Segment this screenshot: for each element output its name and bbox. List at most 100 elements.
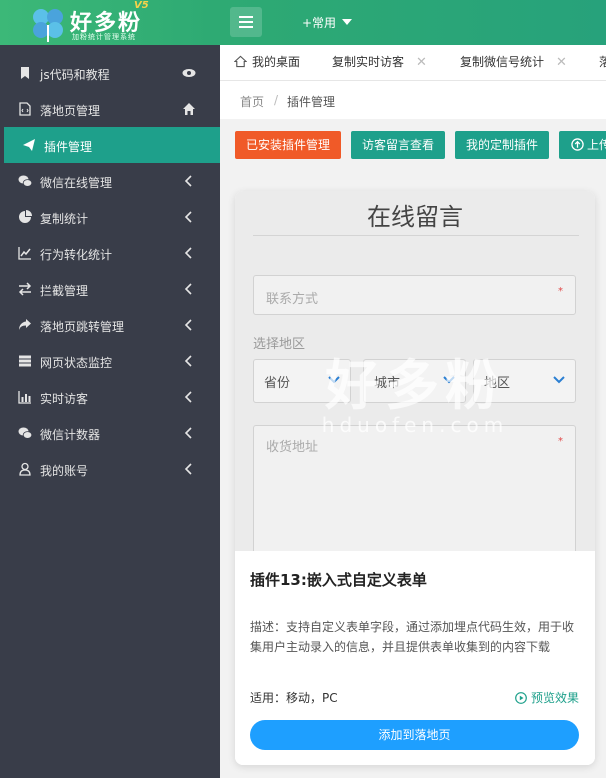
plugin-description: 描述：支持自定义表单字段，通过添加埋点代码生效，用于收集用户主动录入的信息，并且… <box>250 620 575 654</box>
preview-address-field: 收货地址 * <box>253 425 576 551</box>
breadcrumb-separator: / <box>274 93 279 107</box>
sidebar-item-label: 实时访客 <box>40 392 89 406</box>
upload-button[interactable]: 上传 <box>559 131 606 159</box>
sidebar-item-label: 网页状态监控 <box>40 356 113 370</box>
logo[interactable]: 好多粉 V5 加粉统计管理系统 <box>28 0 208 43</box>
server-icon <box>19 355 31 367</box>
sidebar-item-page-monitor[interactable]: 网页状态监控 <box>0 343 220 379</box>
sidebar-item-label: 落地页管理 <box>40 104 101 118</box>
plugin-preview: 在线留言 联系方式 * 选择地区 省份 城市 地区 收货地址 * 好多粉 hdu… <box>235 191 595 551</box>
custom-plugins-button[interactable]: 我的定制插件 <box>455 131 549 159</box>
share-icon <box>19 319 31 330</box>
required-mark: * <box>558 286 563 297</box>
plugin-title: 插件13:嵌入式自定义表单 <box>250 571 427 589</box>
tab-label: 落 <box>599 55 606 69</box>
preview-divider <box>253 235 579 236</box>
tab-label: 复制微信号统计 <box>460 55 545 69</box>
required-mark: * <box>558 436 563 447</box>
user-icon <box>19 462 31 476</box>
clover-logo-icon <box>33 9 63 42</box>
tab-landing[interactable]: 落 <box>599 45 606 80</box>
plugin-card-body: 插件13:嵌入式自定义表单 描述：支持自定义表单字段，通过添加埋点代码生效，用于… <box>235 551 595 765</box>
main-content: 已安装插件管理 访客留言查看 我的定制插件 上传 在线留言 联系方式 * 选择地… <box>220 119 606 778</box>
chevron-left-icon <box>184 463 192 475</box>
pie-chart-icon <box>19 210 32 223</box>
preview-contact-field: 联系方式 * <box>253 275 576 315</box>
quick-menu-dropdown[interactable]: +常用 <box>302 14 353 31</box>
wechat-icon <box>18 175 32 187</box>
tab-copy-wechat-stats[interactable]: 复制微信号统计 ✕ <box>460 45 567 80</box>
exchange-icon <box>18 282 32 296</box>
sidebar-item-my-account[interactable]: 我的账号 <box>0 451 220 487</box>
watermark-url: hduofen.com <box>321 413 509 437</box>
bar-chart-icon <box>18 391 31 404</box>
installed-plugins-button[interactable]: 已安装插件管理 <box>235 131 341 159</box>
sidebar-item-label: 拦截管理 <box>40 284 89 298</box>
visitor-messages-button[interactable]: 访客留言查看 <box>351 131 445 159</box>
preview-effect-link[interactable]: 预览效果 <box>515 689 579 706</box>
caret-down-icon <box>342 19 353 25</box>
breadcrumb-home[interactable]: 首页 <box>240 93 264 110</box>
close-icon[interactable]: ✕ <box>556 45 567 80</box>
line-chart-icon <box>18 247 31 260</box>
sidebar-item-label: 行为转化统计 <box>40 248 113 262</box>
breadcrumb: 首页 / 插件管理 <box>220 81 606 119</box>
home-icon <box>233 55 248 68</box>
chevron-left-icon <box>184 247 192 259</box>
sidebar-item-intercept[interactable]: 拦截管理 <box>0 271 220 307</box>
watermark: 好多粉 <box>325 354 505 417</box>
tab-bar: 我的桌面 复制实时访客 ✕ 复制微信号统计 ✕ 落 <box>220 45 606 81</box>
sidebar-item-label: js代码和教程 <box>40 68 110 82</box>
plugin-applicable: 适用：移动，PC <box>250 691 338 705</box>
preview-title: 在线留言 <box>367 203 463 231</box>
plugin-card: 在线留言 联系方式 * 选择地区 省份 城市 地区 收货地址 * 好多粉 hdu… <box>235 191 595 765</box>
home-icon[interactable] <box>182 102 196 116</box>
sidebar-item-label: 微信在线管理 <box>40 176 113 190</box>
sidebar-item-conversion-stats[interactable]: 行为转化统计 <box>0 235 220 271</box>
chevron-left-icon <box>184 283 192 295</box>
sidebar-item-wechat-counter[interactable]: 微信计数器 <box>0 415 220 451</box>
wechat-icon <box>18 427 32 439</box>
sidebar-item-plugins[interactable]: 插件管理 <box>4 127 220 163</box>
tab-my-desktop[interactable]: 我的桌面 <box>233 45 301 80</box>
contact-placeholder: 联系方式 <box>266 292 319 307</box>
address-placeholder: 收货地址 <box>266 440 319 455</box>
upload-label: 上传 <box>587 138 606 152</box>
sidebar-item-redirect[interactable]: 落地页跳转管理 <box>0 307 220 343</box>
chevron-left-icon <box>184 391 192 403</box>
hamburger-icon <box>239 16 253 18</box>
chevron-left-icon <box>184 319 192 331</box>
add-to-landing-page-button[interactable]: 添加到落地页 <box>250 720 579 750</box>
menu-toggle-button[interactable] <box>230 7 262 37</box>
sidebar-item-label: 插件管理 <box>44 140 93 154</box>
logo-version: V5 <box>134 0 149 11</box>
sidebar-item-realtime-visitors[interactable]: 实时访客 <box>0 379 220 415</box>
sidebar-item-js-code[interactable]: js代码和教程 <box>0 55 220 91</box>
sidebar-item-label: 复制统计 <box>40 212 89 226</box>
logo-subtitle: 加粉统计管理系统 <box>72 33 136 41</box>
sidebar-item-wechat-online[interactable]: 微信在线管理 <box>0 163 220 199</box>
chevron-left-icon <box>184 427 192 439</box>
upload-circle-icon <box>571 138 584 151</box>
quick-menu-label: +常用 <box>302 16 337 30</box>
sidebar-item-label: 微信计数器 <box>40 428 101 442</box>
sidebar-item-label: 落地页跳转管理 <box>40 320 125 334</box>
sidebar-item-copy-stats[interactable]: 复制统计 <box>0 199 220 235</box>
chevron-left-icon <box>184 211 192 223</box>
sidebar: js代码和教程 落地页管理 插件管理 微信在线管理 复制统计 行为转化统计 拦截… <box>0 45 220 778</box>
chevron-left-icon <box>184 175 192 187</box>
chevron-left-icon <box>184 355 192 367</box>
tab-label: 我的桌面 <box>252 55 301 69</box>
close-icon[interactable]: ✕ <box>416 45 427 80</box>
sidebar-item-landing-pages[interactable]: 落地页管理 <box>0 91 220 127</box>
eye-icon[interactable] <box>182 66 196 80</box>
code-file-icon <box>19 102 31 116</box>
sidebar-item-label: 我的账号 <box>40 464 89 478</box>
top-header: 好多粉 V5 加粉统计管理系统 +常用 <box>0 0 606 45</box>
paper-plane-icon <box>23 139 35 151</box>
bookmark-icon <box>21 67 29 79</box>
preview-effect-label: 预览效果 <box>530 691 579 705</box>
play-circle-icon <box>515 692 527 704</box>
tab-copy-visitors[interactable]: 复制实时访客 ✕ <box>332 45 427 80</box>
breadcrumb-current: 插件管理 <box>287 95 336 109</box>
